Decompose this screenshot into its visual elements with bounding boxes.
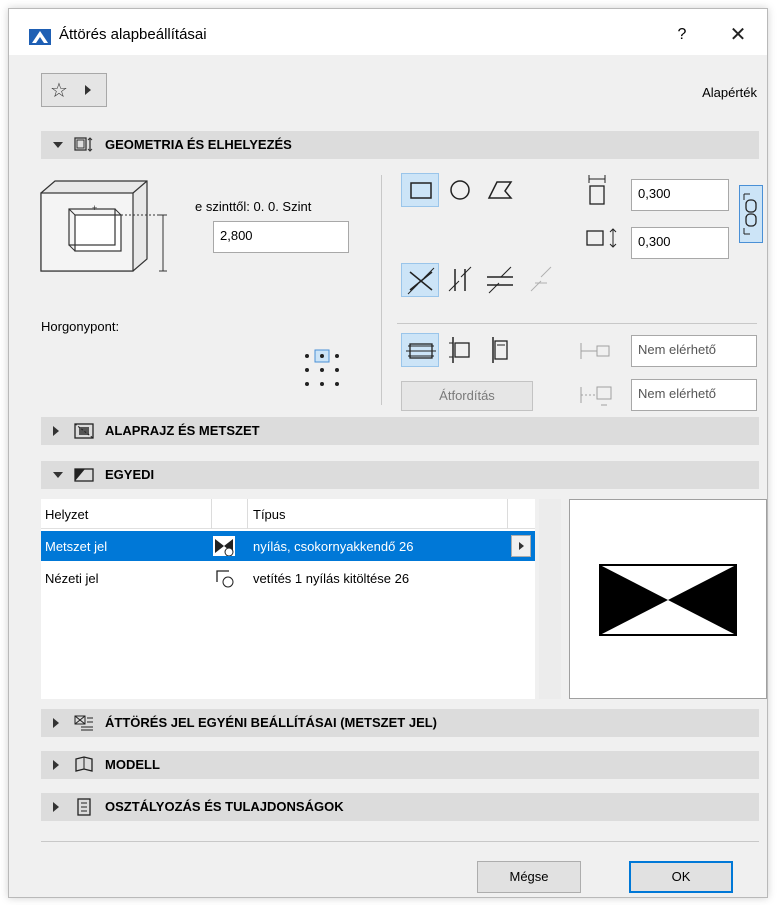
depth-unavailable-field: Nem elérhető	[631, 379, 757, 411]
column-header-position: Helyzet	[45, 507, 89, 522]
depth-offset-icon	[580, 386, 612, 406]
align-other-side-button[interactable]	[481, 333, 519, 367]
polygon-shape-button[interactable]	[481, 173, 519, 207]
archicad-app-icon	[29, 29, 51, 45]
row-type: vetítés 1 nyílás kitöltése 26	[253, 571, 410, 586]
section-custom-title: EGYEDI	[105, 467, 155, 482]
rectangle-icon	[410, 182, 432, 199]
table-row[interactable]: Nézeti jel vetítés 1 nyílás kitöltése 26	[41, 563, 535, 593]
chevron-right-icon	[53, 802, 59, 812]
align-other-side-icon	[492, 337, 508, 363]
width-input[interactable]: 0,300	[631, 179, 729, 211]
column-separator	[211, 499, 212, 529]
width-icon	[588, 175, 606, 205]
section-floorplan-header[interactable]: ALAPRAJZ ÉS METSZET	[41, 417, 759, 445]
polygon-icon	[487, 181, 513, 199]
geometry-icon	[74, 137, 93, 152]
anchor-point-grid-icon[interactable]	[301, 347, 345, 391]
cross-section-horizontal-icon	[487, 266, 513, 294]
table-row[interactable]: Metszet jel nyílás, csokornyakkendő 26	[41, 531, 535, 561]
cross-section-none-icon	[530, 266, 552, 292]
table-header: Helyzet Típus	[41, 499, 535, 529]
geometry-vertical-separator	[381, 175, 382, 405]
section-marker-title: ÁTTÖRÉS JEL EGYÉNI BEÁLLÍTÁSAI (METSZET …	[105, 715, 438, 730]
chevron-right-icon	[53, 760, 59, 770]
height-icon	[586, 228, 617, 248]
column-separator	[247, 499, 248, 529]
align-side-icon	[449, 337, 470, 363]
orientation-none-button	[521, 263, 559, 297]
section-geometry-title: GEOMETRIA ÉS ELHELYEZÉS	[105, 137, 292, 152]
marker-settings-icon	[74, 715, 93, 731]
height-input[interactable]: 0,300	[631, 227, 729, 259]
column-separator	[507, 499, 508, 529]
document-list-icon	[77, 798, 91, 816]
chain-link-icon	[743, 193, 757, 235]
level-input[interactable]: 2,800	[213, 221, 349, 253]
offset-unavailable-field: Nem elérhető	[631, 335, 757, 367]
section-classification-header[interactable]: OSZTÁLYOZÁS ÉS TULAJDONSÁGOK	[41, 793, 759, 821]
default-label: Alapérték	[702, 85, 757, 100]
offset-icon	[580, 343, 610, 359]
circle-icon	[450, 180, 470, 200]
close-button[interactable]: ✕	[721, 23, 755, 47]
chevron-right-icon	[53, 426, 59, 436]
geometry-horizontal-separator	[397, 323, 757, 324]
bowtie-marker-icon	[213, 536, 235, 556]
align-side-button[interactable]	[441, 333, 479, 367]
section-classification-title: OSZTÁLYOZÁS ÉS TULAJDONSÁGOK	[105, 799, 344, 814]
section-floorplan-title: ALAPRAJZ ÉS METSZET	[105, 423, 260, 438]
model-book-icon	[75, 756, 93, 772]
chevron-right-icon	[85, 85, 91, 95]
cross-section-vertical-icon	[448, 266, 472, 292]
row-position: Nézeti jel	[45, 571, 99, 586]
chevron-right-icon	[53, 718, 59, 728]
align-center-button[interactable]	[401, 333, 439, 367]
orientation-vertical-button[interactable]	[441, 263, 479, 297]
svg-text:+: +	[92, 203, 97, 213]
section-model-header[interactable]: MODELL	[41, 751, 759, 779]
marker-preview	[569, 499, 767, 699]
align-center-icon	[406, 343, 436, 359]
favorites-button[interactable]: ☆	[41, 73, 107, 107]
opening-preview-icon: +	[40, 180, 167, 272]
section-model-title: MODELL	[105, 757, 160, 772]
type-dropdown-button[interactable]	[511, 535, 531, 557]
ok-button[interactable]: OK	[629, 861, 733, 893]
row-type: nyílás, csokornyakkendő 26	[253, 539, 414, 554]
rectangle-shape-button[interactable]	[401, 173, 439, 207]
title-bar: Áttörés alapbeállításai ? ✕	[9, 9, 767, 55]
chevron-down-icon	[53, 472, 63, 478]
anchor-label: Horgonypont:	[41, 319, 120, 334]
column-header-type: Típus	[253, 507, 286, 522]
footer-divider	[41, 841, 759, 842]
section-geometry-header[interactable]: GEOMETRIA ÉS ELHELYEZÉS	[41, 131, 759, 159]
cross-section-both-icon	[407, 267, 435, 295]
section-custom-header[interactable]: EGYEDI	[41, 461, 759, 489]
marker-table: Helyzet Típus Metszet jel nyílás, csokor…	[41, 499, 535, 699]
dialog-window: Áttörés alapbeállításai ? ✕ ☆ Alapérték …	[8, 8, 768, 898]
orientation-horizontal-button[interactable]	[481, 263, 519, 297]
orientation-both-button[interactable]	[401, 263, 439, 297]
help-button[interactable]: ?	[667, 23, 697, 47]
star-icon: ☆	[50, 80, 68, 102]
section-marker-header[interactable]: ÁTTÖRÉS JEL EGYÉNI BEÁLLÍTÁSAI (METSZET …	[41, 709, 759, 737]
table-scroll-area[interactable]	[539, 499, 561, 699]
floorplan-section-icon	[74, 423, 94, 439]
projection-marker-icon	[216, 570, 234, 588]
row-position: Metszet jel	[45, 539, 108, 554]
flip-button: Átfordítás	[401, 381, 533, 411]
window-title: Áttörés alapbeállításai	[59, 26, 207, 43]
bowtie-preview-icon	[599, 564, 737, 636]
level-label: e szinttől: 0. 0. Szint	[195, 199, 312, 214]
link-dimensions-button[interactable]	[739, 185, 763, 243]
custom-section-icon	[74, 468, 94, 482]
cancel-button[interactable]: Mégse	[477, 861, 581, 893]
circle-shape-button[interactable]	[441, 173, 479, 207]
chevron-down-icon	[53, 142, 63, 148]
